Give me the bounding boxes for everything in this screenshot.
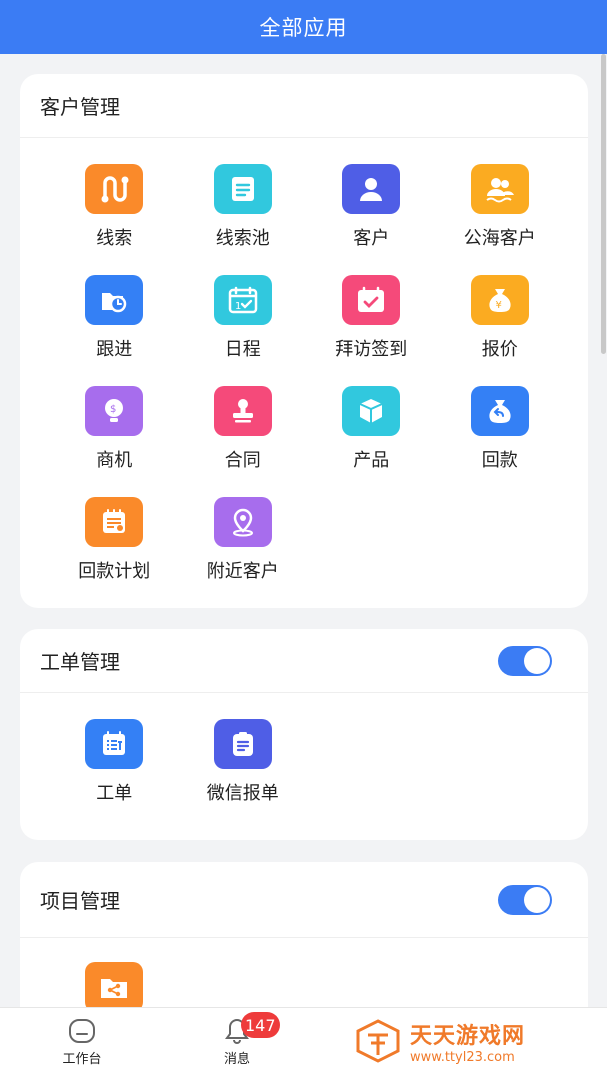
tab-label: 工作台 bbox=[62, 1052, 102, 1067]
toggle-knob bbox=[524, 886, 550, 913]
app-label: 回款计划 bbox=[78, 561, 151, 582]
app-label: 商机 bbox=[96, 450, 133, 471]
payment-back-bag-icon bbox=[470, 386, 529, 436]
app-contract[interactable]: 合同 bbox=[179, 386, 308, 497]
app-label: 公海客户 bbox=[463, 228, 536, 249]
work-order-icon bbox=[85, 719, 144, 769]
contract-stamp-icon bbox=[213, 386, 272, 436]
customer-management-header: 客户管理 bbox=[20, 74, 588, 138]
apps-scroll-area[interactable]: 客户管理 线索 线索池 客户 公海客户 跟进 1 日程 拜访签到 ¥ 报价 $ … bbox=[0, 54, 607, 1007]
customer-management-card: 客户管理 线索 线索池 客户 公海客户 跟进 1 日程 拜访签到 ¥ 报价 $ … bbox=[20, 74, 588, 608]
app-visit-checkin[interactable]: 拜访签到 bbox=[307, 275, 436, 386]
app-payment-back[interactable]: 回款 bbox=[436, 386, 565, 497]
app-label: 微信报单 bbox=[206, 783, 279, 804]
watermark-url: www.ttyl23.com bbox=[410, 1049, 515, 1065]
clue-route-icon bbox=[85, 164, 144, 214]
app-clue-pool[interactable]: 线索池 bbox=[179, 164, 308, 275]
visit-checkin-icon bbox=[342, 275, 401, 325]
tab-label: 消息 bbox=[223, 1052, 250, 1067]
project-management-header: 项目管理 bbox=[20, 862, 588, 938]
app-nearby-customers[interactable]: 附近客户 bbox=[179, 497, 308, 608]
app-label: 合同 bbox=[224, 450, 261, 471]
section-title: 客户管理 bbox=[40, 95, 120, 119]
app-label: 产品 bbox=[353, 450, 390, 471]
tab-messages[interactable]: 147 消息 bbox=[197, 1012, 280, 1067]
app-label: 日程 bbox=[224, 339, 261, 360]
workorder-management-header: 工单管理 bbox=[20, 629, 588, 693]
customer-app-grid: 线索 线索池 客户 公海客户 跟进 1 日程 拜访签到 ¥ 报价 $ 商机 合同… bbox=[20, 138, 588, 608]
opportunity-bulb-icon: $ bbox=[85, 386, 144, 436]
svg-text:1: 1 bbox=[235, 301, 241, 312]
app-wechat-report[interactable]: 微信报单 bbox=[179, 719, 308, 830]
scrollbar-thumb[interactable] bbox=[601, 54, 606, 354]
app-payment-plan[interactable]: 回款计划 bbox=[50, 497, 179, 608]
app-header: 全部应用 bbox=[0, 0, 607, 54]
app-public-customers[interactable]: 公海客户 bbox=[436, 164, 565, 275]
messages-badge: 147 bbox=[241, 1012, 280, 1038]
watermark-text: 天天游戏网 www.ttyl23.com bbox=[410, 1018, 525, 1065]
project-section-toggle[interactable] bbox=[498, 884, 552, 915]
app-work-order[interactable]: 工单 bbox=[50, 719, 179, 830]
svg-text:$: $ bbox=[110, 404, 116, 415]
nearby-location-icon bbox=[213, 497, 272, 547]
app-label: 客户 bbox=[353, 228, 390, 249]
svg-text:¥: ¥ bbox=[495, 300, 501, 311]
customer-user-icon bbox=[342, 164, 401, 214]
calendar-check-icon: 1 bbox=[213, 275, 272, 325]
project-app-grid bbox=[20, 938, 588, 1007]
app-quotation[interactable]: ¥ 报价 bbox=[436, 275, 565, 386]
vertical-scrollbar[interactable] bbox=[600, 54, 607, 1009]
section-title: 项目管理 bbox=[40, 889, 120, 913]
toggle-knob bbox=[524, 647, 550, 674]
workbench-icon bbox=[69, 1019, 95, 1043]
app-follow-up[interactable]: 跟进 bbox=[50, 275, 179, 386]
app-project[interactable] bbox=[50, 962, 179, 1007]
project-folder-share-icon bbox=[85, 962, 144, 1007]
wechat-report-icon bbox=[213, 719, 272, 769]
tab-workbench[interactable]: 工作台 bbox=[42, 1018, 122, 1067]
product-box-icon bbox=[342, 386, 401, 436]
project-management-card: 项目管理 bbox=[20, 862, 588, 1007]
app-label: 工单 bbox=[96, 783, 133, 804]
app-label: 线索池 bbox=[215, 228, 270, 249]
app-opportunity[interactable]: $ 商机 bbox=[50, 386, 179, 497]
follow-up-clock-icon bbox=[85, 275, 144, 325]
watermark-name: 天天游戏网 bbox=[410, 1023, 526, 1049]
app-label: 跟进 bbox=[96, 339, 133, 360]
app-clue[interactable]: 线索 bbox=[50, 164, 179, 275]
clue-pool-icon bbox=[213, 164, 272, 214]
watermark-logo-icon bbox=[356, 1019, 400, 1063]
workorder-app-grid: 工单 微信报单 bbox=[20, 693, 588, 830]
app-label: 拜访签到 bbox=[335, 339, 408, 360]
workorder-management-card: 工单管理 工单 微信报单 bbox=[20, 629, 588, 840]
app-schedule[interactable]: 1 日程 bbox=[179, 275, 308, 386]
app-label: 线索 bbox=[96, 228, 133, 249]
money-bag-icon: ¥ bbox=[470, 275, 529, 325]
page-title: 全部应用 bbox=[259, 16, 348, 40]
app-product[interactable]: 产品 bbox=[307, 386, 436, 497]
app-label: 回款 bbox=[481, 450, 518, 471]
app-customer[interactable]: 客户 bbox=[307, 164, 436, 275]
section-title: 工单管理 bbox=[40, 650, 120, 674]
watermark: 天天游戏网 www.ttyl23.com bbox=[354, 1016, 594, 1066]
app-label: 报价 bbox=[481, 339, 518, 360]
workorder-section-toggle[interactable] bbox=[498, 645, 552, 676]
app-label: 附近客户 bbox=[206, 561, 279, 582]
payment-plan-icon bbox=[85, 497, 144, 547]
public-customers-icon bbox=[470, 164, 529, 214]
